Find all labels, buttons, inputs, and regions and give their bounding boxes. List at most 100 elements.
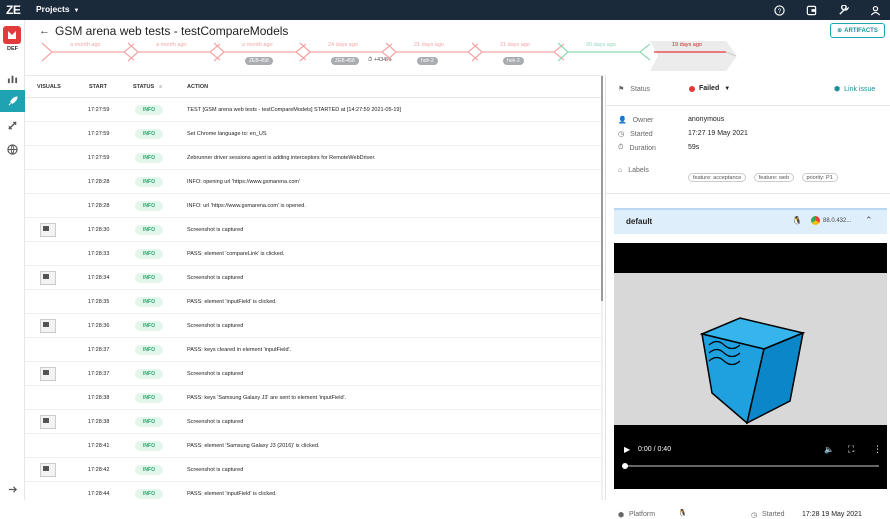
table-row[interactable]: 17:27:59 INFO Zebrunner driver sessions ag…: [25, 146, 603, 170]
table-row[interactable]: 17:27:59 INFO TEST [GSM arena web tests - …: [25, 98, 603, 122]
log-table-header: VISUALS START STATUS ≡ ACTION: [25, 76, 603, 98]
timer-icon: ⏱: [618, 144, 624, 151]
page-title: GSM arena web tests - testCompareModels: [55, 24, 289, 38]
status-badge: INFO: [135, 369, 163, 379]
log-time: 17:28:38: [88, 395, 110, 401]
top-bar: ZE Projects ▼ ?: [0, 0, 890, 20]
help-icon[interactable]: ?: [772, 3, 786, 17]
project-badge[interactable]: [3, 26, 21, 44]
column-status[interactable]: STATUS: [133, 84, 154, 90]
platform-label: Platform: [629, 511, 656, 518]
satellite-icon[interactable]: [0, 114, 25, 136]
table-row[interactable]: 17:28:30 INFO Screenshot is captured: [25, 218, 603, 242]
log-time: 17:28:38: [88, 419, 110, 425]
history-item[interactable]: a month ago: [124, 40, 222, 72]
status-badge: INFO: [135, 129, 163, 139]
wrench-icon[interactable]: [836, 3, 850, 17]
table-row[interactable]: 17:28:41 INFO PASS: element 'Samsung Galax…: [25, 434, 603, 458]
screenshot-thumbnail[interactable]: [40, 463, 56, 477]
scrollbar-thumb[interactable]: [601, 76, 603, 301]
video-progress-track[interactable]: [624, 465, 879, 467]
back-arrow-icon[interactable]: ←: [39, 25, 50, 37]
status-badge: INFO: [135, 297, 163, 307]
table-row[interactable]: 17:28:38 INFO PASS: keys 'Samsung Galaxy J…: [25, 386, 603, 410]
table-row[interactable]: 17:28:42 INFO Screenshot is captured: [25, 458, 603, 482]
history-time: a month ago: [156, 42, 187, 48]
expand-icon[interactable]: [0, 478, 25, 500]
browser-version: 88.0.432...: [823, 218, 852, 224]
table-row[interactable]: 17:28:28 INFO INFO: url 'https://www.gsmar…: [25, 194, 603, 218]
status-dropdown[interactable]: Failed ▼: [689, 85, 730, 92]
log-scrollbar[interactable]: [601, 76, 603, 500]
status-badge: INFO: [135, 225, 163, 235]
volume-icon[interactable]: 🔈: [824, 445, 834, 454]
status-badge: INFO: [135, 177, 163, 187]
table-row[interactable]: 17:28:37 INFO Screenshot is captured: [25, 362, 603, 386]
log-time: 17:28:35: [88, 299, 110, 305]
divider: [606, 193, 890, 194]
chrome-icon: [811, 216, 820, 225]
table-row[interactable]: 17:28:28 INFO INFO: opening url 'https://w…: [25, 170, 603, 194]
history-item[interactable]: 20 days ago: [554, 40, 652, 72]
status-badge: INFO: [135, 489, 163, 499]
history-time: a month ago: [70, 42, 101, 48]
table-row[interactable]: 17:28:35 INFO PASS: element 'inputField' i…: [25, 290, 603, 314]
table-row[interactable]: 17:28:34 INFO Screenshot is captured: [25, 266, 603, 290]
history-time: 20 days ago: [586, 42, 616, 48]
history-time: 21 days ago: [414, 42, 444, 48]
filter-icon[interactable]: ≡: [159, 84, 162, 90]
play-icon[interactable]: ▶: [624, 445, 630, 454]
dashboard-icon[interactable]: [0, 67, 25, 89]
video-player[interactable]: ▶ 0:00 / 0:40 🔈 ⛶ ⋮: [614, 243, 887, 489]
chevron-up-icon[interactable]: ⌃: [865, 215, 873, 226]
linux-icon: 🐧: [678, 510, 687, 517]
more-options-icon[interactable]: ⋮: [873, 444, 882, 455]
globe-icon[interactable]: [0, 138, 25, 160]
table-row[interactable]: 17:28:38 INFO Screenshot is captured: [25, 410, 603, 434]
link-issue-button[interactable]: ⬢ Link issue: [834, 85, 875, 94]
column-action: ACTION: [187, 84, 209, 90]
log-time: 17:27:59: [88, 131, 110, 137]
history-item[interactable]: a month ago: [38, 40, 136, 72]
app-logo[interactable]: ZE: [6, 3, 21, 17]
label-chip: feature: web: [753, 173, 795, 182]
owner-row: 👤 Owner: [618, 116, 653, 125]
environment-bar[interactable]: default 🐧 88.0.432... ⌃: [614, 208, 887, 234]
projects-menu[interactable]: Projects ▼: [36, 4, 80, 14]
history-item[interactable]: 19 days ago: [640, 40, 738, 72]
artifacts-icon: ⊕: [837, 28, 843, 34]
table-row[interactable]: 17:27:59 INFO Set Chrome language to: en_U…: [25, 122, 603, 146]
screenshot-thumbnail[interactable]: [40, 415, 56, 429]
table-row[interactable]: 17:28:33 INFO PASS: element 'compareLink' …: [25, 242, 603, 266]
user-icon[interactable]: [868, 3, 882, 17]
column-start[interactable]: START: [89, 84, 107, 90]
started-value: 17:27 19 May 2021: [688, 130, 748, 137]
project-label: DEF: [7, 46, 18, 52]
status-badge: INFO: [135, 273, 163, 283]
log-time: 17:28:28: [88, 203, 110, 209]
screenshot-thumbnail[interactable]: [40, 367, 56, 381]
history-item[interactable]: a month ago ZEB-458: [210, 40, 308, 72]
log-action: Screenshot is captured: [187, 275, 244, 281]
history-item[interactable]: 21 days ago hoh-2: [468, 40, 566, 72]
video-progress-handle[interactable]: [622, 463, 628, 469]
table-row[interactable]: 17:28:37 INFO PASS: keys cleared in elemen…: [25, 338, 603, 362]
log-action: Screenshot is captured: [187, 227, 244, 233]
screenshot-thumbnail[interactable]: [40, 319, 56, 333]
screenshot-thumbnail[interactable]: [40, 271, 56, 285]
status-badge: INFO: [135, 153, 163, 163]
history-tag: hoh-2: [417, 57, 438, 65]
main-content: ← GSM arena web tests - testCompareModel…: [25, 20, 890, 519]
fullscreen-icon[interactable]: ⛶: [848, 444, 854, 455]
wallet-icon[interactable]: [804, 3, 818, 17]
history-item[interactable]: 21 days ago hoh-2: [382, 40, 480, 72]
history-item[interactable]: 24 days ago ZEB-458 ⏱ +434%: [296, 40, 394, 72]
screenshot-thumbnail[interactable]: [40, 223, 56, 237]
table-row[interactable]: 17:28:44 INFO PASS: element 'inputField' i…: [25, 482, 603, 500]
test-history-timeline: a month ago a month ago a month ago ZEB-4…: [25, 40, 745, 72]
table-row[interactable]: 17:28:36 INFO Screenshot is captured: [25, 314, 603, 338]
artifacts-button[interactable]: ⊕ ARTIFACTS: [830, 23, 885, 38]
log-time: 17:28:30: [88, 227, 110, 233]
rocket-icon[interactable]: [0, 90, 25, 112]
log-action: Zebrunner driver sessions agent is addin…: [187, 155, 376, 161]
